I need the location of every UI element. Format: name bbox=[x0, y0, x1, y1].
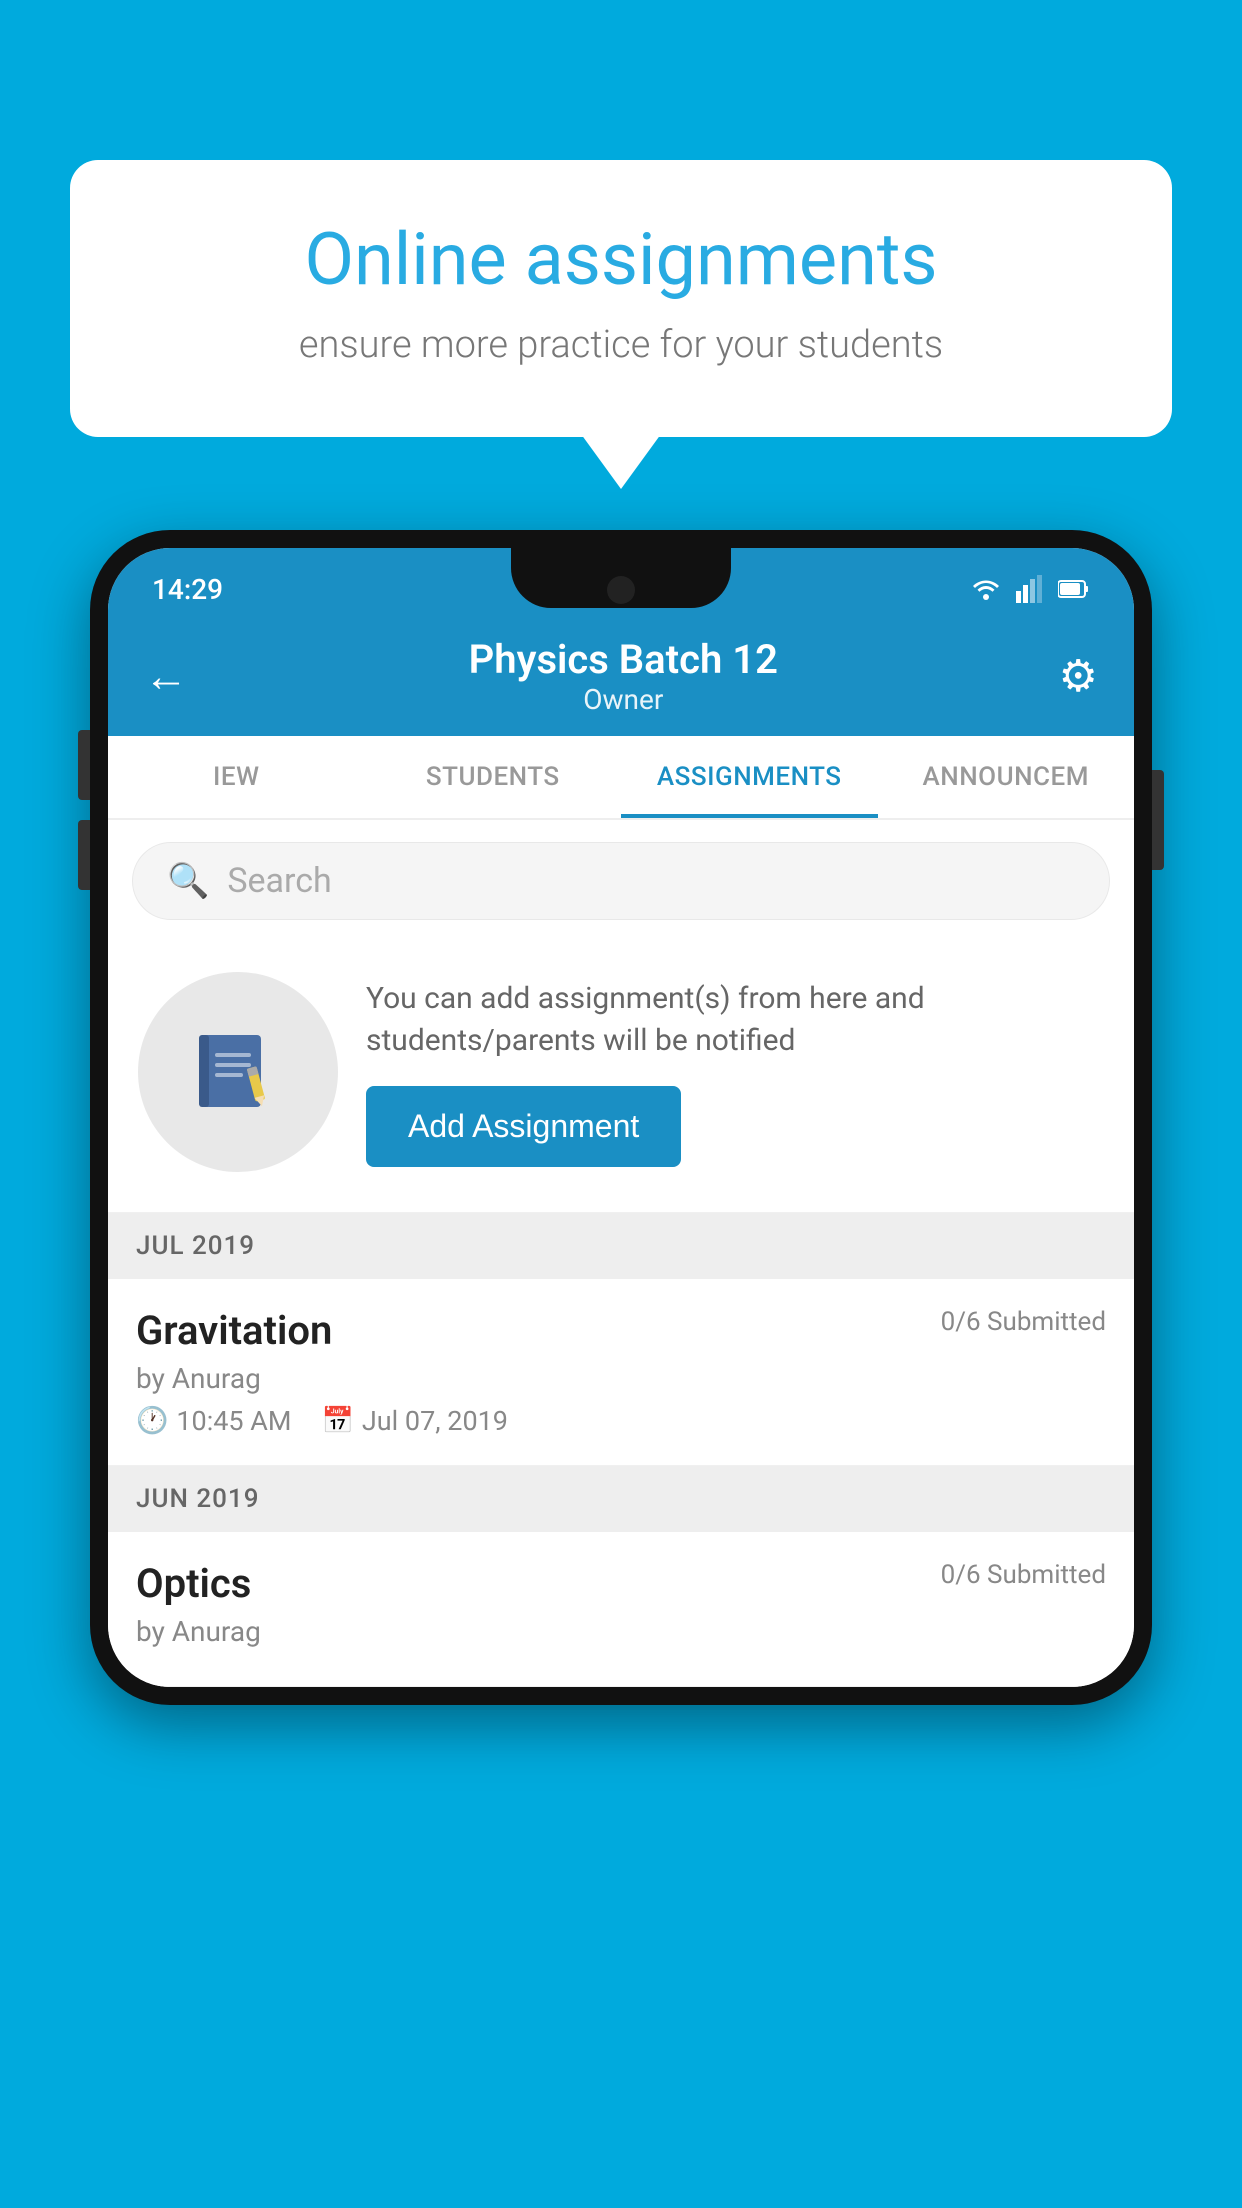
section-header-jun: JUN 2019 bbox=[108, 1466, 1134, 1532]
assignment-item-gravitation[interactable]: Gravitation 0/6 Submitted by Anurag 🕐 10… bbox=[108, 1279, 1134, 1466]
search-container: 🔍 Search bbox=[108, 820, 1134, 942]
assignment-item-top-optics: Optics 0/6 Submitted bbox=[136, 1560, 1106, 1607]
assignment-item-top: Gravitation 0/6 Submitted bbox=[136, 1307, 1106, 1354]
assignment-date: Jul 07, 2019 bbox=[362, 1405, 508, 1437]
promo-area: You can add assignment(s) from here and … bbox=[108, 942, 1134, 1213]
promo-icon-circle bbox=[138, 972, 338, 1172]
assignment-author: by Anurag bbox=[136, 1362, 1106, 1395]
speech-bubble: Online assignments ensure more practice … bbox=[70, 160, 1172, 437]
notebook-icon bbox=[193, 1027, 283, 1117]
assignment-author-optics: by Anurag bbox=[136, 1615, 1106, 1648]
tab-assignments[interactable]: ASSIGNMENTS bbox=[621, 736, 878, 818]
search-bar[interactable]: 🔍 Search bbox=[132, 842, 1110, 920]
speech-bubble-title: Online assignments bbox=[140, 220, 1102, 299]
add-assignment-button[interactable]: Add Assignment bbox=[366, 1086, 681, 1167]
assignment-name-optics: Optics bbox=[136, 1560, 251, 1607]
phone-screen: 14:29 bbox=[108, 548, 1134, 1687]
battery-icon bbox=[1058, 579, 1090, 599]
phone-vol-up bbox=[78, 730, 90, 800]
app-bar-subtitle: Owner bbox=[469, 683, 778, 716]
app-bar-center: Physics Batch 12 Owner bbox=[469, 636, 778, 716]
phone-power bbox=[1152, 770, 1164, 870]
phone-wrapper: 14:29 bbox=[90, 530, 1152, 1705]
speech-bubble-subtitle: ensure more practice for your students bbox=[140, 323, 1102, 367]
wifi-icon bbox=[970, 575, 1002, 603]
tab-iew[interactable]: IEW bbox=[108, 736, 365, 818]
status-time: 14:29 bbox=[152, 573, 223, 606]
meta-time: 🕐 10:45 AM bbox=[136, 1405, 292, 1437]
signal-icon bbox=[1016, 575, 1044, 603]
assignment-name: Gravitation bbox=[136, 1307, 332, 1354]
promo-text-area: You can add assignment(s) from here and … bbox=[366, 978, 1104, 1167]
app-bar: ← Physics Batch 12 Owner ⚙ bbox=[108, 616, 1134, 736]
app-bar-title: Physics Batch 12 bbox=[469, 636, 778, 683]
assignment-time: 10:45 AM bbox=[176, 1405, 291, 1437]
phone-camera bbox=[607, 576, 635, 604]
assignment-submitted-optics: 0/6 Submitted bbox=[941, 1560, 1106, 1590]
tabs: IEW STUDENTS ASSIGNMENTS ANNOUNCEM bbox=[108, 736, 1134, 820]
tab-students[interactable]: STUDENTS bbox=[365, 736, 622, 818]
phone-notch bbox=[511, 548, 731, 608]
promo-description: You can add assignment(s) from here and … bbox=[366, 978, 1104, 1062]
phone: 14:29 bbox=[90, 530, 1152, 1705]
assignment-submitted: 0/6 Submitted bbox=[941, 1307, 1106, 1337]
search-icon: 🔍 bbox=[167, 861, 209, 901]
clock-icon: 🕐 bbox=[136, 1406, 168, 1436]
phone-vol-down bbox=[78, 820, 90, 890]
back-button[interactable]: ← bbox=[144, 650, 188, 702]
tab-announcements[interactable]: ANNOUNCEM bbox=[878, 736, 1135, 818]
speech-bubble-wrapper: Online assignments ensure more practice … bbox=[70, 160, 1172, 437]
assignment-meta: 🕐 10:45 AM 📅 Jul 07, 2019 bbox=[136, 1405, 1106, 1437]
status-icons bbox=[970, 575, 1090, 603]
section-header-jul: JUL 2019 bbox=[108, 1213, 1134, 1279]
meta-date: 📅 Jul 07, 2019 bbox=[322, 1405, 508, 1437]
calendar-icon: 📅 bbox=[322, 1406, 354, 1436]
assignment-item-optics[interactable]: Optics 0/6 Submitted by Anurag bbox=[108, 1532, 1134, 1687]
settings-icon[interactable]: ⚙ bbox=[1059, 650, 1098, 702]
search-input-placeholder: Search bbox=[227, 861, 331, 901]
